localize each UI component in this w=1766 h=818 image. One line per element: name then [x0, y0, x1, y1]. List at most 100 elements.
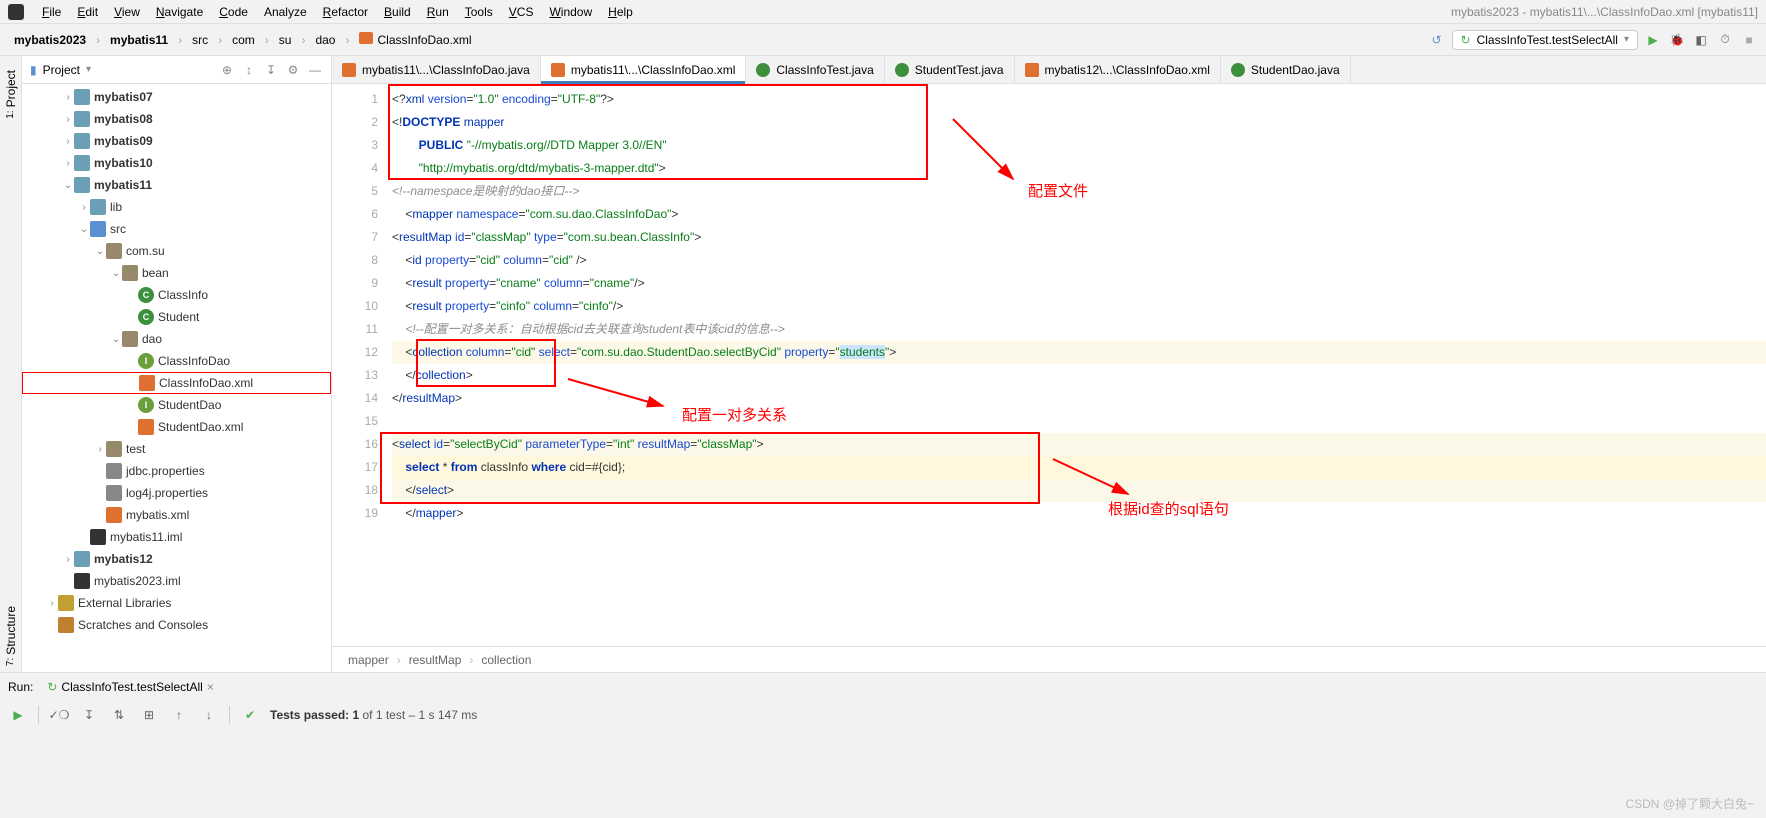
tree-node[interactable]: ›mybatis12	[22, 548, 331, 570]
tree-node[interactable]: ›lib	[22, 196, 331, 218]
code-line[interactable]: select * from classInfo where cid=#{cid}…	[392, 456, 1766, 479]
tree-node[interactable]: ›test	[22, 438, 331, 460]
tree-node[interactable]: jdbc.properties	[22, 460, 331, 482]
tree-node[interactable]: ⌄mybatis11	[22, 174, 331, 196]
hide-icon[interactable]: —	[307, 62, 323, 78]
code-line[interactable]: </select>	[392, 479, 1766, 502]
editor-breadcrumb-item[interactable]: resultMap	[409, 653, 462, 667]
chevron-down-icon[interactable]: ▾	[86, 64, 91, 75]
expand-chevron-icon[interactable]: ›	[46, 598, 58, 609]
editor-tab[interactable]: StudentDao.java	[1221, 56, 1351, 83]
expand-chevron-icon[interactable]: ›	[78, 202, 90, 213]
tree-node[interactable]: ›mybatis09	[22, 130, 331, 152]
menu-edit[interactable]: Edit	[69, 3, 106, 21]
debug-icon[interactable]: 🐞	[1668, 31, 1686, 49]
toggle-autotest-icon[interactable]: ✓❍	[49, 705, 69, 725]
tree-node[interactable]: CClassInfo	[22, 284, 331, 306]
gear-icon[interactable]: ⚙	[285, 62, 301, 78]
code-line[interactable]: </mapper>	[392, 502, 1766, 525]
breadcrumb-item[interactable]: ClassInfoDao.xml	[353, 30, 477, 49]
expand-chevron-icon[interactable]: ⌄	[78, 224, 90, 235]
breadcrumb-item[interactable]: dao	[309, 31, 341, 49]
menu-view[interactable]: View	[106, 3, 148, 21]
tree-node[interactable]: ›External Libraries	[22, 592, 331, 614]
tool-tab-project[interactable]: 1: Project	[2, 64, 20, 125]
breadcrumb-item[interactable]: src	[186, 31, 214, 49]
menu-tools[interactable]: Tools	[457, 3, 501, 21]
close-icon[interactable]: ×	[207, 680, 214, 694]
expand-icon[interactable]: ⊞	[139, 705, 159, 725]
prev-icon[interactable]: ↑	[169, 705, 189, 725]
editor-tab[interactable]: StudentTest.java	[885, 56, 1015, 83]
expand-chevron-icon[interactable]: ›	[62, 114, 74, 125]
menu-build[interactable]: Build	[376, 3, 419, 21]
tree-node[interactable]: mybatis.xml	[22, 504, 331, 526]
code-line[interactable]: PUBLIC "-//mybatis.org//DTD Mapper 3.0//…	[392, 134, 1766, 157]
editor-tab[interactable]: mybatis11\...\ClassInfoDao.java	[332, 56, 541, 83]
tree-node[interactable]: IClassInfoDao	[22, 350, 331, 372]
menu-file[interactable]: File	[34, 3, 69, 21]
tree-node[interactable]: ⌄com.su	[22, 240, 331, 262]
tree-node[interactable]: mybatis11.iml	[22, 526, 331, 548]
tool-tab-structure[interactable]: 7: Structure	[2, 600, 20, 672]
menu-code[interactable]: Code	[211, 3, 256, 21]
menu-window[interactable]: Window	[541, 3, 600, 21]
code-line[interactable]: <result property="cinfo" column="cinfo"/…	[392, 295, 1766, 318]
breadcrumb-item[interactable]: su	[273, 31, 298, 49]
breadcrumb-item[interactable]: mybatis2023	[8, 31, 92, 49]
tree-node[interactable]: StudentDao.xml	[22, 416, 331, 438]
expand-chevron-icon[interactable]: ›	[94, 444, 106, 455]
expand-chevron-icon[interactable]: ›	[62, 92, 74, 103]
sort-icon[interactable]: ⇅	[109, 705, 129, 725]
editor-tab[interactable]: mybatis12\...\ClassInfoDao.xml	[1015, 56, 1221, 83]
expand-chevron-icon[interactable]: ⌄	[110, 334, 122, 345]
collapse-all-icon[interactable]: ↧	[263, 62, 279, 78]
run-tab[interactable]: ↻ ClassInfoTest.testSelectAll ×	[41, 678, 219, 696]
code-line[interactable]	[392, 410, 1766, 433]
menu-navigate[interactable]: Navigate	[148, 3, 211, 21]
expand-chevron-icon[interactable]: ⌄	[94, 246, 106, 257]
tree-node[interactable]: ›mybatis07	[22, 86, 331, 108]
toggle-icon[interactable]: ↧	[79, 705, 99, 725]
tree-node[interactable]: Scratches and Consoles	[22, 614, 331, 636]
tree-node[interactable]: log4j.properties	[22, 482, 331, 504]
code-line[interactable]: <!DOCTYPE mapper	[392, 111, 1766, 134]
code-line[interactable]: <result property="cname" column="cname"/…	[392, 272, 1766, 295]
code-line[interactable]: "http://mybatis.org/dtd/mybatis-3-mapper…	[392, 157, 1766, 180]
run-icon[interactable]: ▶	[1644, 31, 1662, 49]
project-tree[interactable]: ›mybatis07›mybatis08›mybatis09›mybatis10…	[22, 84, 331, 672]
menu-run[interactable]: Run	[419, 3, 457, 21]
code-line[interactable]: <select id="selectByCid" parameterType="…	[392, 433, 1766, 456]
expand-chevron-icon[interactable]: ⌄	[62, 180, 74, 191]
editor-tab[interactable]: ClassInfoTest.java	[746, 56, 884, 83]
tree-node[interactable]: mybatis2023.iml	[22, 570, 331, 592]
breadcrumb-item[interactable]: com	[226, 31, 261, 49]
coverage-icon[interactable]: ◧	[1692, 31, 1710, 49]
expand-chevron-icon[interactable]: ›	[62, 554, 74, 565]
tree-node[interactable]: ⌄bean	[22, 262, 331, 284]
code-line[interactable]: </resultMap>	[392, 387, 1766, 410]
code-line[interactable]: <resultMap id="classMap" type="com.su.be…	[392, 226, 1766, 249]
code-line[interactable]: <mapper namespace="com.su.dao.ClassInfoD…	[392, 203, 1766, 226]
select-opened-file-icon[interactable]: ⊕	[219, 62, 235, 78]
next-icon[interactable]: ↓	[199, 705, 219, 725]
expand-chevron-icon[interactable]: ›	[62, 136, 74, 147]
tree-node[interactable]: ›mybatis10	[22, 152, 331, 174]
tree-node[interactable]: ClassInfoDao.xml	[22, 372, 331, 394]
rerun-icon[interactable]: ▶	[8, 705, 28, 725]
editor-breadcrumb-item[interactable]: mapper	[348, 653, 389, 667]
editor-breadcrumb-item[interactable]: collection	[481, 653, 531, 667]
code-line[interactable]: </collection>	[392, 364, 1766, 387]
expand-chevron-icon[interactable]: ›	[62, 158, 74, 169]
menu-analyze[interactable]: Analyze	[256, 3, 315, 21]
scroll-from-source-icon[interactable]: ↕	[241, 62, 257, 78]
code-line[interactable]: <!--namespace是映射的dao接口-->	[392, 180, 1766, 203]
breadcrumb-item[interactable]: mybatis11	[104, 31, 174, 49]
sync-icon[interactable]: ↺	[1428, 31, 1446, 49]
expand-chevron-icon[interactable]: ⌄	[110, 268, 122, 279]
run-config-dropdown[interactable]: ↻ ClassInfoTest.testSelectAll ▾	[1452, 30, 1639, 50]
profile-icon[interactable]: ⏱	[1716, 31, 1734, 49]
menu-help[interactable]: Help	[600, 3, 641, 21]
tree-node[interactable]: ›mybatis08	[22, 108, 331, 130]
code-line[interactable]: <?xml version="1.0" encoding="UTF-8"?>	[392, 88, 1766, 111]
